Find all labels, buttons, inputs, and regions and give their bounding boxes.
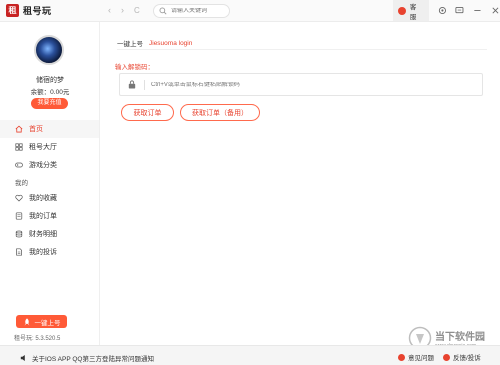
sidebar-item-label: 财务明细 — [29, 231, 57, 238]
database-icon — [15, 230, 23, 238]
notice[interactable]: 关于IOS APP QQ第三方登陆异常问题通知 — [20, 353, 154, 363]
section-subtitle: Jiesuoma login — [149, 39, 193, 47]
document-icon — [16, 248, 22, 256]
sidebar-item-label: 我的订单 — [29, 213, 57, 220]
gamepad-icon — [15, 162, 23, 168]
close-icon[interactable] — [491, 6, 500, 15]
sidebar-item-label: 租号大厅 — [29, 144, 57, 151]
get-order-button[interactable]: 获取订单 — [121, 104, 174, 121]
avatar[interactable] — [34, 35, 64, 65]
customer-service-button[interactable]: 客服 — [393, 0, 429, 21]
search-input[interactable] — [171, 8, 229, 14]
notice-text: 关于IOS APP QQ第三方登陆异常问题通知 — [32, 356, 154, 363]
recharge-button[interactable]: 我要充值 — [31, 98, 68, 109]
search-box[interactable] — [153, 4, 230, 18]
message-icon[interactable] — [455, 6, 464, 15]
lock-icon — [128, 80, 136, 89]
sidebar-item-label: 我的投诉 — [29, 249, 57, 256]
service-icon — [398, 6, 406, 15]
watermark-title: 当下软件园 — [435, 331, 485, 343]
order-icon — [15, 212, 23, 220]
settings-icon[interactable] — [438, 6, 447, 15]
field-separator — [144, 79, 145, 90]
home-icon — [15, 125, 23, 133]
feedback-icon — [398, 353, 405, 361]
app-logo: 租 租号玩 — [6, 4, 52, 17]
balance-value: 0.00元 — [50, 89, 70, 96]
unlock-code-input[interactable] — [151, 81, 451, 88]
sidebar-item-rental-hall[interactable]: 租号大厅 — [0, 138, 99, 156]
section-header: 一键上号 Jiesuoma login — [117, 38, 193, 49]
sidebar: 储宿的梦 余额：0.00元 我要充值 首页 租号大厅 游戏分类 我的 我的收藏 … — [0, 22, 100, 345]
sidebar-item-home[interactable]: 首页 — [0, 120, 99, 138]
app-name: 租号玩 — [23, 6, 52, 16]
service-label: 客服 — [409, 3, 417, 21]
complaint-link[interactable]: 反馈/投诉 — [443, 352, 481, 362]
sidebar-item-complaints[interactable]: 我的投诉 — [0, 243, 99, 261]
titlebar-actions: 客服 — [393, 0, 500, 21]
statusbar-actions: 意见问题 反馈/投诉 — [398, 352, 490, 362]
username: 储宿的梦 — [36, 77, 64, 84]
search-icon — [159, 7, 167, 15]
complaint-label: 反馈/投诉 — [453, 355, 481, 362]
sidebar-item-label: 我的收藏 — [29, 195, 57, 202]
title-bar: 租 租号玩 ‹ › C 客服 — [0, 0, 500, 22]
section-mine: 我的 — [15, 179, 28, 187]
version-text: 租号玩: 5.3.520.5 — [14, 336, 61, 342]
feedback-label: 意见问题 — [408, 355, 434, 362]
heart-icon — [15, 194, 23, 202]
get-order-backup-button[interactable]: 获取订单（备用） — [180, 104, 260, 121]
sidebar-item-label: 首页 — [29, 126, 43, 133]
sidebar-menu: 首页 租号大厅 游戏分类 我的 我的收藏 我的订单 财务明细 我的投诉 — [0, 120, 99, 261]
refresh-button[interactable]: C — [134, 5, 140, 16]
quick-login-button[interactable]: 一键上号 — [16, 315, 67, 328]
sidebar-item-orders[interactable]: 我的订单 — [0, 207, 99, 225]
status-bar: 关于IOS APP QQ第三方登陆异常问题通知 意见问题 反馈/投诉 — [0, 345, 500, 365]
minimize-icon[interactable] — [473, 6, 482, 15]
main-panel: 一键上号 Jiesuoma login 输入解锁码： 获取订单 获取订单（备用） — [101, 22, 500, 345]
sidebar-item-favorites[interactable]: 我的收藏 — [0, 189, 99, 207]
balance: 余额：0.00元 — [0, 86, 100, 96]
balance-label: 余额： — [30, 89, 51, 96]
logo-icon: 租 — [6, 4, 19, 17]
unlock-code-field[interactable] — [119, 73, 483, 96]
complaint-icon — [443, 353, 450, 361]
section-title: 一键上号 — [117, 41, 143, 48]
back-button[interactable]: ‹ — [108, 5, 111, 16]
sidebar-item-game-category[interactable]: 游戏分类 — [0, 156, 99, 174]
grid-icon — [15, 143, 23, 151]
speaker-icon — [20, 354, 25, 362]
forward-button[interactable]: › — [121, 5, 124, 16]
sidebar-item-finance[interactable]: 财务明细 — [0, 225, 99, 243]
divider — [117, 49, 487, 50]
feedback-link[interactable]: 意见问题 — [398, 352, 434, 362]
sidebar-item-label: 游戏分类 — [29, 162, 57, 169]
quick-login-label: 一键上号 — [34, 319, 61, 327]
code-field-label: 输入解锁码： — [115, 64, 154, 71]
rocket-icon — [24, 317, 29, 325]
